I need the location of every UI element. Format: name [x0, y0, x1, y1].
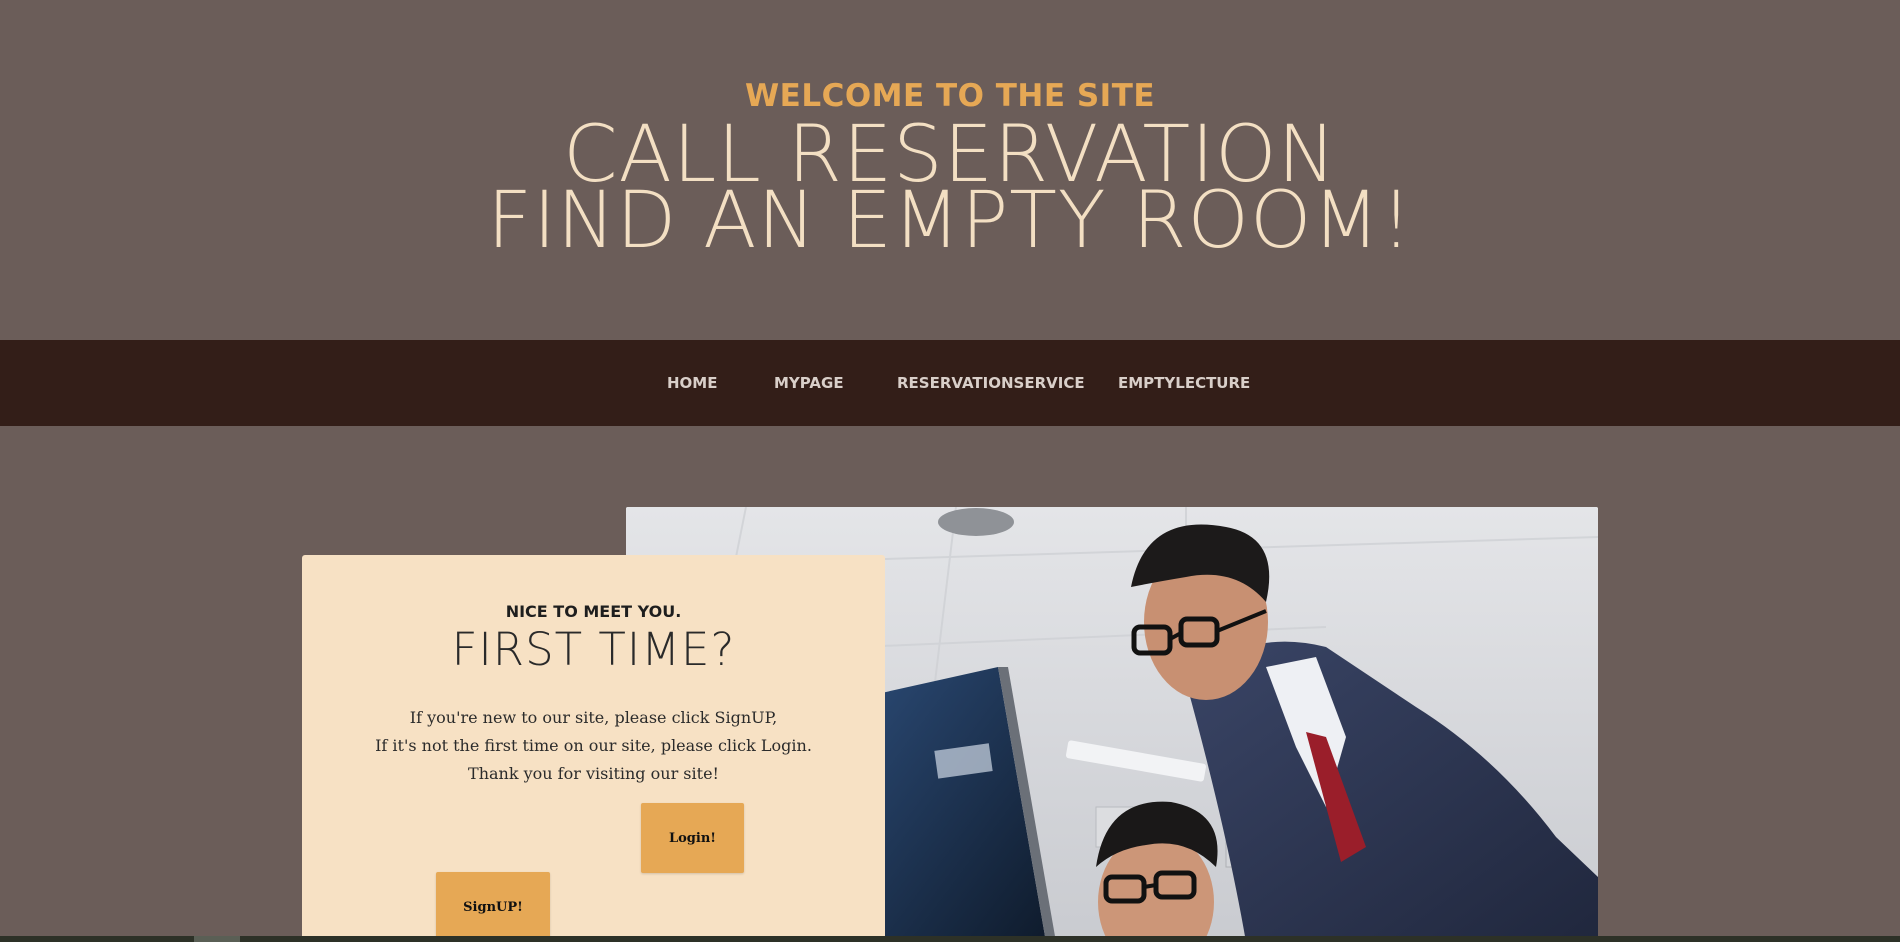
main-nav: HOME MYPAGE RESERVATIONSERVICE EMPTYLECT…: [0, 340, 1900, 426]
nav-item-reservationservice[interactable]: RESERVATIONSERVICE: [897, 374, 1085, 392]
card-description: If you're new to our site, please click …: [302, 704, 885, 788]
login-button[interactable]: Login!: [641, 803, 744, 873]
welcome-eyebrow: WELCOME TO THE SITE: [744, 78, 1156, 114]
hero-title: CALL RESERVATION FIND AN EMPTY ROOM!: [0, 116, 1900, 266]
nav-item-home[interactable]: HOME: [667, 374, 717, 392]
card-line-2: If it's not the first time on our site, …: [375, 736, 812, 755]
nav-item-mypage[interactable]: MYPAGE: [774, 374, 844, 392]
scrollbar-thumb[interactable]: [194, 936, 240, 942]
card-line-3: Thank you for visiting our site!: [468, 764, 719, 783]
hero-title-line-2: FIND AN EMPTY ROOM!: [487, 176, 1413, 266]
signup-button[interactable]: SignUP!: [436, 872, 550, 942]
card-line-1: If you're new to our site, please click …: [409, 708, 778, 727]
card-subtitle: NICE TO MEET YOU.: [505, 602, 682, 621]
nav-item-emptylecture[interactable]: EMPTYLECTURE: [1118, 374, 1250, 392]
site-header: WELCOME TO THE SITE CALL RESERVATION FIN…: [0, 0, 1900, 340]
bottom-scroll-strip: [0, 936, 1900, 942]
welcome-card: NICE TO MEET YOU. FIRST TIME? If you're …: [302, 555, 885, 942]
card-title: FIRST TIME?: [451, 623, 736, 676]
